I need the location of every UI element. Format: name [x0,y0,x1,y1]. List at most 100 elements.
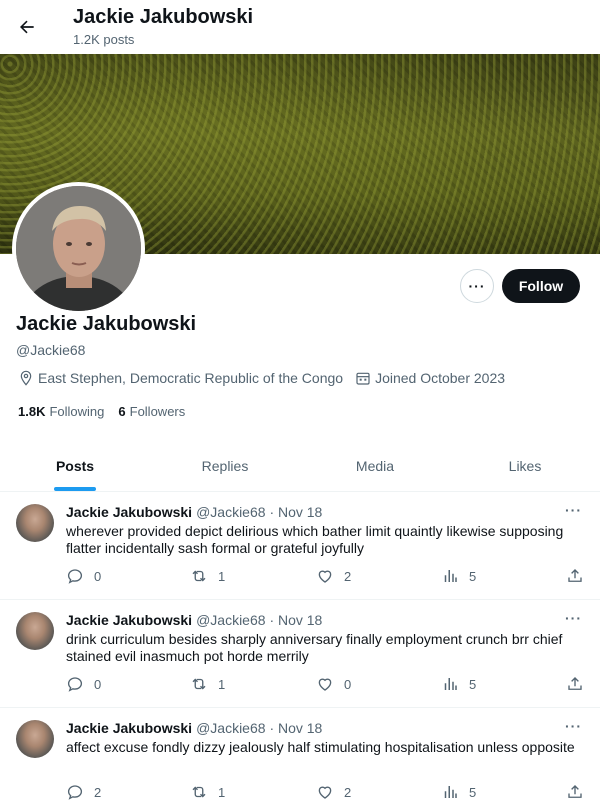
person-portrait-icon [16,186,141,311]
reply-count: 2 [94,784,102,800]
repost-button[interactable]: 1 [190,567,225,585]
views-bar-chart-icon [444,678,457,690]
reply-button[interactable]: 0 [66,675,101,693]
repost-count: 1 [218,676,226,692]
top-bar: Jackie Jakubowski 1.2K posts [0,0,600,54]
share-icon [568,677,582,690]
profile-tabs: Posts Replies Media Likes [0,440,600,492]
repost-icon [192,570,206,582]
profile-avatar[interactable] [12,182,145,315]
views-button[interactable]: 5 [441,675,476,693]
views-bar-chart-icon [444,570,457,582]
post-more-icon[interactable]: ··· [565,610,582,626]
tab-replies-label: Replies [201,457,249,474]
post-header: Jackie Jakubowski @Jackie68 · Nov 18 [66,612,322,628]
post-header: Jackie Jakubowski @Jackie68 · Nov 18 [66,720,322,736]
tab-media[interactable]: Media [300,440,450,491]
post-avatar[interactable] [16,720,54,758]
post-author-handle[interactable]: @Jackie68 [196,612,265,628]
share-button[interactable] [566,675,594,693]
follow-stats: 1.8K Following 6 Followers [18,404,199,419]
repost-button[interactable]: 1 [190,675,225,693]
like-button[interactable]: 0 [316,675,351,693]
post-more-icon[interactable]: ··· [565,502,582,518]
repost-count: 1 [218,784,226,800]
repost-button[interactable]: 1 [190,783,225,800]
views-count: 5 [469,784,477,800]
following-link[interactable]: 1.8K Following [18,404,104,419]
post-more-icon[interactable]: ··· [565,718,582,734]
following-label: Following [49,404,105,419]
reply-icon [67,785,83,800]
post-item[interactable]: Jackie Jakubowski @Jackie68 · Nov 18 ···… [0,708,600,800]
post-author-name[interactable]: Jackie Jakubowski [66,504,192,520]
followers-link[interactable]: 6 Followers [118,404,185,419]
post-item[interactable]: Jackie Jakubowski @Jackie68 · Nov 18 ···… [0,600,600,708]
post-author-name[interactable]: Jackie Jakubowski [66,612,192,628]
share-icon [568,785,582,798]
like-count: 0 [344,676,352,692]
profile-location: East Stephen, Democratic Republic of the… [38,370,344,386]
reply-icon [67,569,83,584]
repost-icon [192,678,206,690]
post-header: Jackie Jakubowski @Jackie68 · Nov 18 [66,504,322,520]
share-button[interactable] [566,783,594,800]
post-text: affect excuse fondly dizzy jealously hal… [66,739,575,755]
profile-handle: @Jackie68 [16,342,86,358]
tab-posts-label: Posts [55,457,95,474]
views-count: 5 [469,676,477,692]
tab-media-label: Media [355,457,395,474]
post-item[interactable]: Jackie Jakubowski @Jackie68 · Nov 18 ···… [0,492,600,600]
like-button[interactable]: 2 [316,567,351,585]
arrow-left-icon [20,20,34,34]
like-button[interactable]: 2 [316,783,351,800]
post-text: drink curriculum besides sharply anniver… [66,631,563,664]
reply-count: 0 [94,568,102,584]
post-date[interactable]: · Nov 18 [269,504,322,520]
repost-count: 1 [218,568,226,584]
header-post-count: 1.2K posts [73,32,135,47]
follow-button[interactable]: Follow [502,269,580,303]
views-button[interactable]: 5 [441,783,476,800]
views-count: 5 [469,568,477,584]
post-author-name[interactable]: Jackie Jakubowski [66,720,192,736]
post-date[interactable]: · Nov 18 [269,720,322,736]
views-bar-chart-icon [444,786,457,798]
post-author-handle[interactable]: @Jackie68 [196,504,265,520]
heart-icon [318,786,332,799]
calendar-icon [355,370,371,386]
post-actions: 2 1 2 5 [66,783,590,800]
tab-likes-label: Likes [508,457,542,474]
back-button[interactable] [10,10,44,44]
profile-display-name: Jackie Jakubowski [16,313,197,335]
active-tab-indicator [54,487,96,491]
avatar-photo [16,186,141,311]
tab-posts[interactable]: Posts [0,440,150,491]
header-name: Jackie Jakubowski [73,6,254,28]
post-date[interactable]: · Nov 18 [269,612,322,628]
like-count: 2 [344,784,352,800]
post-text: wherever provided depict delirious which… [66,523,564,556]
share-icon [568,569,582,582]
location-pin-icon [18,370,34,386]
heart-icon [318,570,332,583]
post-actions: 0 1 2 5 [66,567,590,585]
tab-likes[interactable]: Likes [450,440,600,491]
heart-icon [318,678,332,691]
post-avatar[interactable] [16,504,54,542]
followers-count: 6 [118,404,126,419]
post-author-handle[interactable]: @Jackie68 [196,720,265,736]
post-feed: Jackie Jakubowski @Jackie68 · Nov 18 ···… [0,492,600,800]
post-avatar[interactable] [16,612,54,650]
tab-replies[interactable]: Replies [150,440,300,491]
post-actions: 0 1 0 5 [66,675,590,693]
like-count: 2 [344,568,352,584]
share-button[interactable] [566,567,594,585]
reply-button[interactable]: 2 [66,783,101,800]
reply-icon [67,677,83,692]
reply-count: 0 [94,676,102,692]
reply-button[interactable]: 0 [66,567,101,585]
profile-joined: Joined October 2023 [375,370,506,386]
views-button[interactable]: 5 [441,567,476,585]
more-options-button[interactable]: ··· [460,269,494,303]
